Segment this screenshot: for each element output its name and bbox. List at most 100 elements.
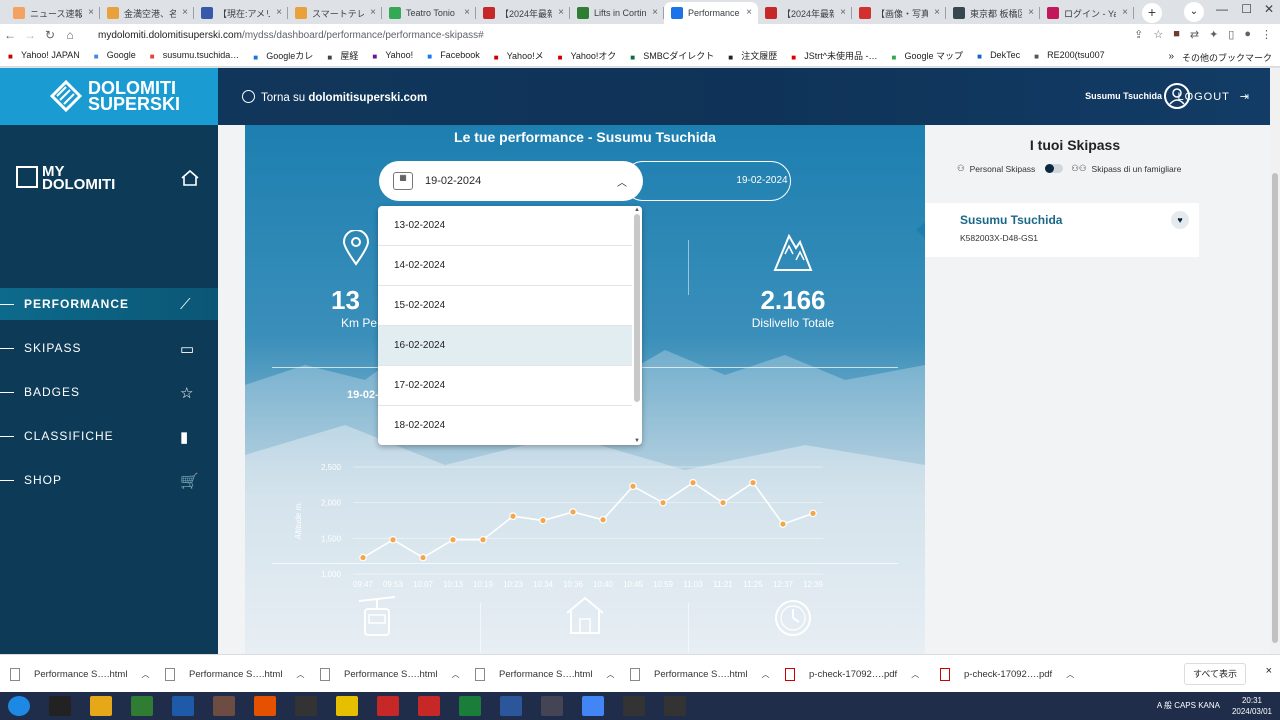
bookmark-item[interactable]: ■ Yahoo!オク bbox=[558, 49, 617, 63]
mydolomiti-logo[interactable]: MY DOLOMITI bbox=[16, 164, 115, 192]
bookmarks-overflow[interactable]: » bbox=[1168, 51, 1174, 62]
skipass-card[interactable]: Susumu Tsuchida K582003X-D48-GS1 ♥ bbox=[916, 203, 1199, 257]
taskbar-app-icon[interactable] bbox=[459, 696, 481, 716]
date-option[interactable]: 14-02-2024 bbox=[378, 246, 632, 286]
browser-tab[interactable]: ログイン - Yahoo × bbox=[1040, 2, 1134, 24]
chevron-up-icon[interactable]: ︿ bbox=[451, 669, 459, 680]
url-field[interactable]: mydolomiti.dolomitisuperski.com/mydss/da… bbox=[98, 30, 484, 41]
share-icon[interactable]: ⇪ bbox=[1134, 28, 1143, 41]
dropdown-scrollbar[interactable] bbox=[634, 214, 640, 402]
tab-close-icon[interactable]: × bbox=[88, 7, 94, 18]
scroll-down-icon[interactable]: ▼ bbox=[634, 438, 640, 444]
tab-close-icon[interactable]: × bbox=[464, 7, 470, 18]
back-icon[interactable]: ← bbox=[0, 28, 20, 42]
tab-close-icon[interactable]: × bbox=[746, 7, 752, 18]
tab-search-button[interactable]: ⌄ bbox=[1184, 2, 1204, 22]
star-icon[interactable]: ☆ bbox=[1153, 28, 1163, 41]
tab-close-icon[interactable]: × bbox=[1028, 7, 1034, 18]
bookmark-item[interactable]: ■ Google bbox=[94, 50, 136, 62]
clock[interactable]: 20:31 2024/03/01 bbox=[1232, 695, 1272, 717]
browser-tab[interactable]: Lifts in Cortina × bbox=[570, 2, 664, 24]
taskbar-app-icon[interactable] bbox=[336, 696, 358, 716]
sidebar-item-classifiche[interactable]: CLASSIFICHE ▮ bbox=[0, 420, 218, 452]
taskbar-app-icon[interactable] bbox=[418, 696, 440, 716]
dolomiti-logo[interactable]: DOLOMITI SUPERSKI bbox=[0, 68, 218, 125]
chevron-up-icon[interactable]: ︿ bbox=[296, 669, 304, 680]
tab-close-icon[interactable]: × bbox=[182, 7, 188, 18]
bookmark-item[interactable]: ■ Yahoo! JAPAN bbox=[8, 50, 80, 62]
download-item[interactable]: Performance S….html ︿ bbox=[630, 663, 769, 685]
taskbar-app-icon[interactable] bbox=[90, 696, 112, 716]
taskbar-app-icon[interactable] bbox=[213, 696, 235, 716]
taskbar-app-icon[interactable] bbox=[541, 696, 563, 716]
show-all-downloads-button[interactable]: すべて表示 bbox=[1183, 663, 1246, 685]
taskbar-app-icon[interactable] bbox=[377, 696, 399, 716]
browser-tab[interactable]: 【現在:アメリカ × bbox=[194, 2, 288, 24]
sidebar-item-badges[interactable]: BADGES ☆ bbox=[0, 376, 218, 408]
chevron-up-icon[interactable]: ︿ bbox=[761, 669, 769, 680]
profile-icon[interactable]: ● bbox=[1244, 28, 1251, 41]
bookmark-item[interactable]: ■ SMBCダイレクト bbox=[630, 49, 714, 63]
tab-close-icon[interactable]: × bbox=[652, 7, 658, 18]
new-tab-button[interactable]: + bbox=[1142, 3, 1162, 23]
download-item[interactable]: Performance S….html ︿ bbox=[320, 663, 459, 685]
bookmark-item[interactable]: ■ Yahoo!メ bbox=[494, 49, 544, 63]
sidepanel-icon[interactable]: ▯ bbox=[1228, 28, 1234, 41]
chevron-up-icon[interactable]: ︿ bbox=[141, 669, 149, 680]
date-option[interactable]: 16-02-2024 bbox=[378, 326, 632, 366]
bookmark-item[interactable]: ■ RE200(tsu007 bbox=[1034, 50, 1105, 62]
download-item[interactable]: Performance S….html ︿ bbox=[10, 663, 149, 685]
date-option[interactable]: 15-02-2024 bbox=[378, 286, 632, 326]
page-scrollbar-thumb[interactable] bbox=[1272, 173, 1278, 643]
translate-icon[interactable]: ⇄ bbox=[1190, 28, 1199, 41]
bookmark-item[interactable]: ■ susumu.tsuchida… bbox=[150, 50, 240, 62]
second-date-field[interactable]: 19-02-2024 bbox=[623, 161, 791, 201]
tab-close-icon[interactable]: × bbox=[840, 7, 846, 18]
scroll-up-icon[interactable]: ▲ bbox=[634, 207, 640, 213]
browser-tab[interactable]: Performance × bbox=[664, 2, 758, 24]
back-to-site-link[interactable]: Torna su dolomitisuperski.com bbox=[242, 90, 427, 104]
start-button[interactable] bbox=[8, 696, 30, 716]
sidebar-item-shop[interactable]: SHOP 🛒 bbox=[0, 464, 218, 496]
tab-close-icon[interactable]: × bbox=[370, 7, 376, 18]
browser-tab[interactable]: 金満空港、名鉄 × bbox=[100, 2, 194, 24]
sidebar-item-performance[interactable]: PERFORMANCE ⟋ bbox=[0, 288, 218, 320]
chevron-up-icon[interactable]: ︿ bbox=[1066, 669, 1074, 680]
reload-icon[interactable]: ↻ bbox=[40, 28, 60, 42]
forward-icon[interactable]: → bbox=[20, 28, 40, 42]
menu-icon[interactable]: ⋮ bbox=[1261, 28, 1272, 41]
download-item[interactable]: p-check-17092….pdf ︿ bbox=[785, 663, 919, 685]
browser-tab[interactable]: Teatro Tonio × bbox=[382, 2, 476, 24]
bookmark-item[interactable]: ■ Facebook bbox=[427, 50, 480, 62]
bookmark-item[interactable]: ■ Googleカレ bbox=[253, 49, 313, 63]
skipass-toggle[interactable] bbox=[1045, 164, 1064, 173]
extension-icon[interactable]: ■ bbox=[1173, 28, 1180, 41]
date-option[interactable]: 18-02-2024 bbox=[378, 406, 632, 445]
sidebar-item-skipass[interactable]: SKIPASS ▭ bbox=[0, 332, 218, 364]
date-option[interactable]: 17-02-2024 bbox=[378, 366, 632, 406]
puzzle-icon[interactable]: ✦ bbox=[1209, 28, 1218, 41]
maximize-button[interactable]: ☐ bbox=[1241, 2, 1252, 16]
chevron-up-icon[interactable]: ︿ bbox=[606, 669, 614, 680]
page-scrollbar[interactable] bbox=[1270, 68, 1280, 654]
browser-tab[interactable]: ニュース速報 × bbox=[6, 2, 100, 24]
browser-tab[interactable]: 東京都 板橋区 × bbox=[946, 2, 1040, 24]
browser-tab[interactable]: 【画像・写真 × bbox=[852, 2, 946, 24]
taskbar-app-icon[interactable] bbox=[254, 696, 276, 716]
tab-close-icon[interactable]: × bbox=[276, 7, 282, 18]
heart-icon[interactable]: ♥ bbox=[1171, 211, 1189, 229]
bookmark-item[interactable]: ■ 注文履歴 bbox=[728, 49, 777, 63]
bookmark-item[interactable]: ■ DekTec bbox=[977, 50, 1020, 62]
taskbar-app-icon[interactable] bbox=[49, 696, 71, 716]
logout-button[interactable]: LOGOUT ⇥ bbox=[1177, 90, 1250, 103]
tab-close-icon[interactable]: × bbox=[558, 7, 564, 18]
close-download-bar-icon[interactable]: × bbox=[1266, 665, 1272, 677]
bookmark-item[interactable]: ■ Google マップ bbox=[892, 49, 964, 63]
download-item[interactable]: p-check-17092….pdf ︿ bbox=[940, 663, 1074, 685]
minimize-button[interactable]: — bbox=[1216, 2, 1228, 16]
taskbar-app-icon[interactable] bbox=[582, 696, 604, 716]
home-icon[interactable] bbox=[180, 169, 200, 187]
taskbar-app-icon[interactable] bbox=[500, 696, 522, 716]
taskbar-app-icon[interactable] bbox=[623, 696, 645, 716]
tab-close-icon[interactable]: × bbox=[934, 7, 940, 18]
